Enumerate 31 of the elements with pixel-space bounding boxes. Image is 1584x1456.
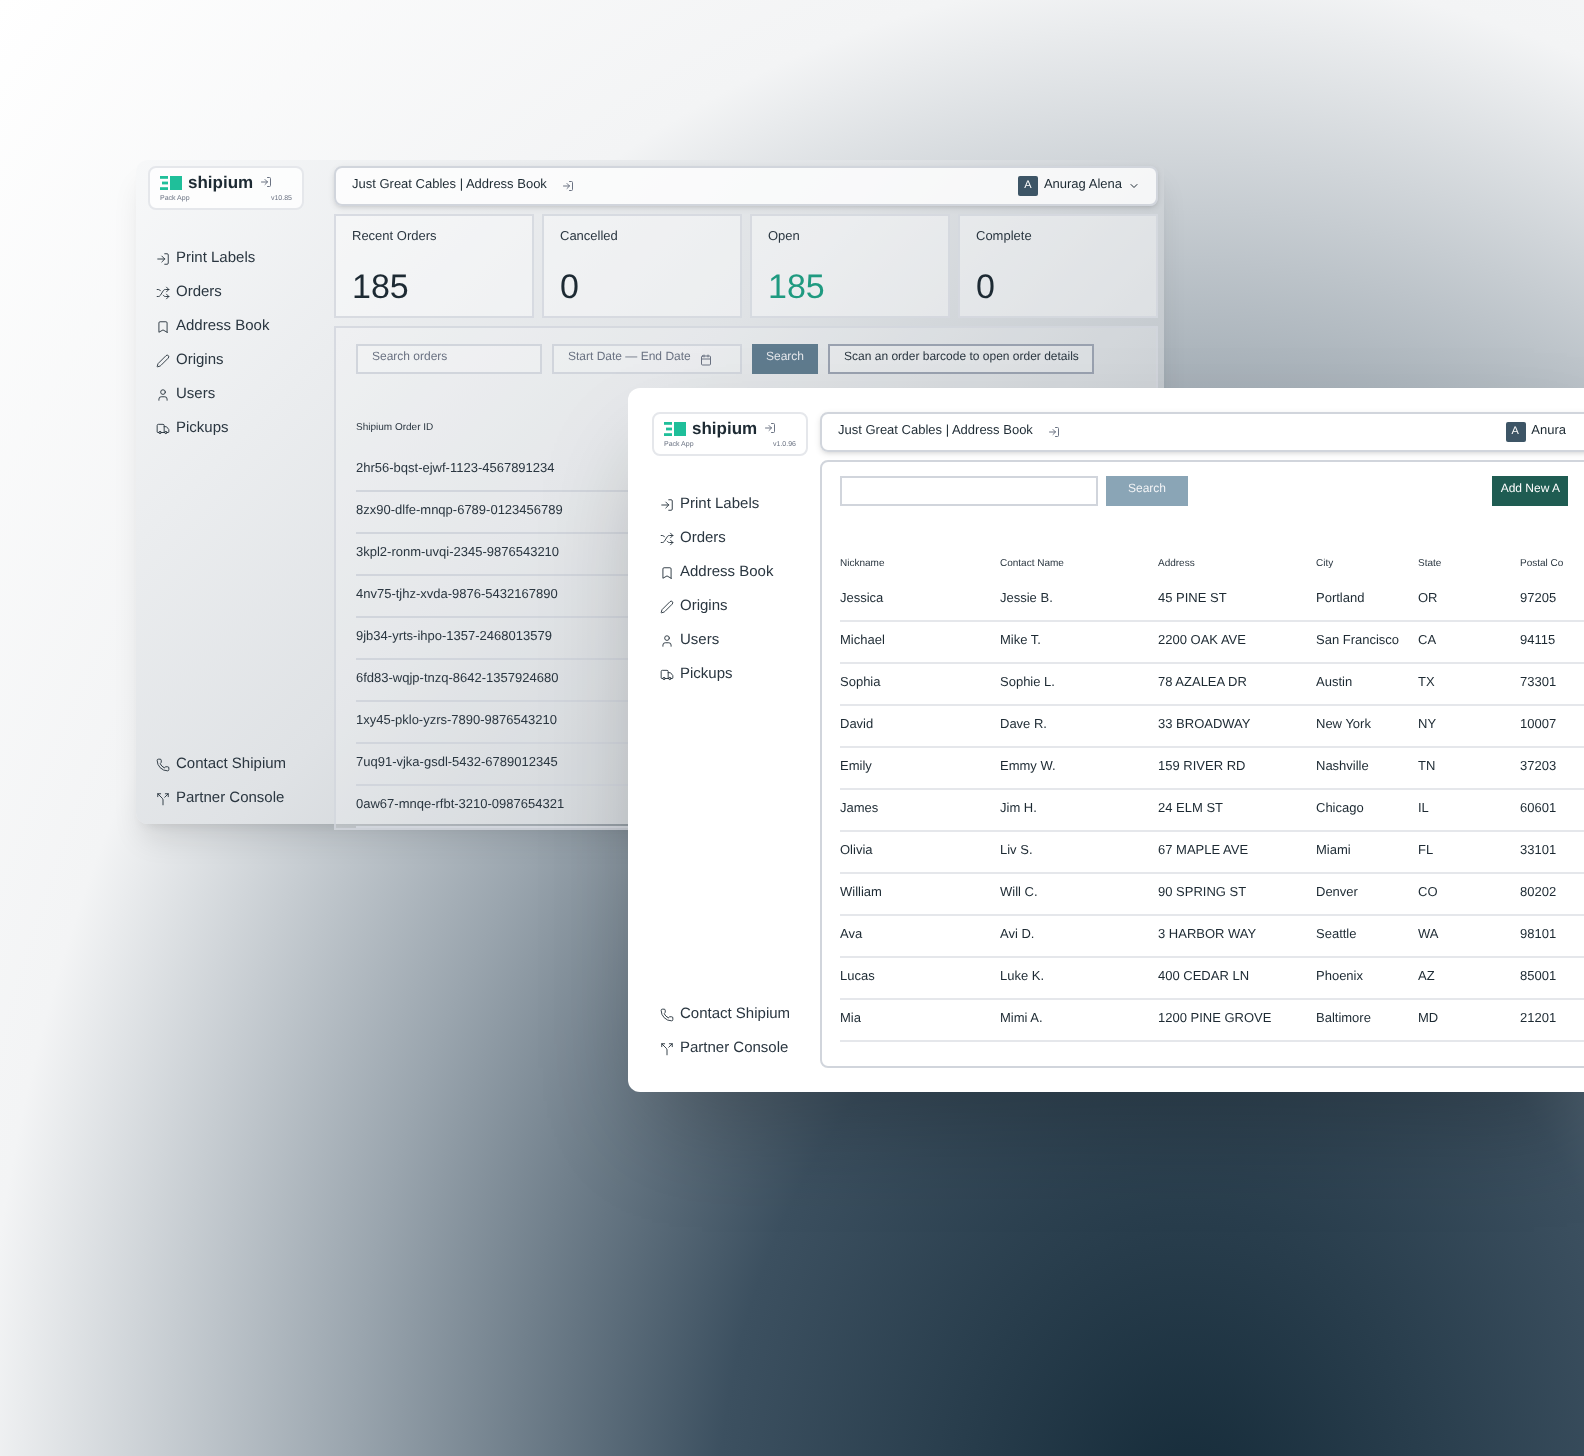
stat-value: 185 [352,270,411,304]
truck-icon [156,421,170,435]
stat-value: 185 [768,270,827,304]
bookmark-icon [660,565,674,579]
stat-value: 0 [560,270,581,304]
logo-icon [664,421,686,436]
login-icon [660,497,674,511]
login-icon [1048,426,1061,438]
brand-name: shipium [692,420,758,437]
shuffle-icon [156,285,170,299]
logo-icon [160,175,182,190]
search-field[interactable] [840,476,1098,506]
phone-icon [660,1007,674,1021]
user-icon [156,387,170,401]
login-icon [763,422,776,435]
login-icon [156,251,170,265]
caret-icon [1128,180,1140,192]
brand-name: shipium [188,174,254,191]
stat-value: 0 [976,270,997,304]
login-icon [562,180,575,192]
pen-icon [156,353,170,367]
calendar-icon [700,353,713,365]
truck-icon [660,667,674,681]
phone-icon [156,757,170,771]
split-icon [156,791,170,805]
split-icon [660,1041,674,1055]
login-icon [259,176,272,189]
shuffle-icon [660,531,674,545]
pen-icon [660,599,674,613]
bookmark-icon [156,319,170,333]
user-icon [660,633,674,647]
